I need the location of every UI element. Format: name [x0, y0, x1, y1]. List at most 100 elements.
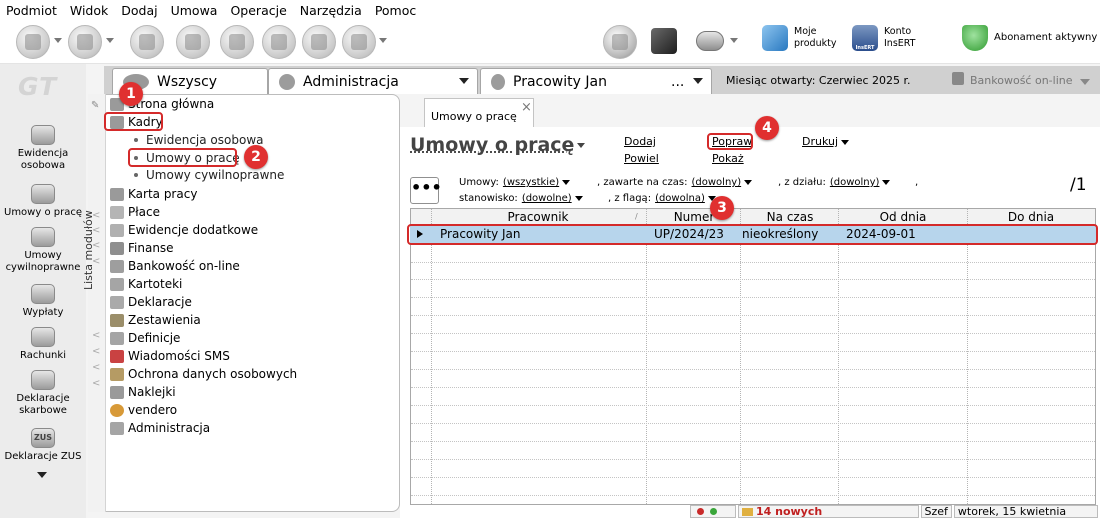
menu-narzedzia[interactable]: Narzędzia	[300, 3, 362, 18]
definicje-icon	[110, 332, 124, 345]
nav-scroll-down-icon[interactable]	[37, 472, 47, 478]
collapse-chevron-icon[interactable]: <	[92, 378, 100, 389]
nav-rachunki[interactable]: Rachunki	[0, 327, 86, 362]
administracja-dropdown-icon[interactable]	[459, 78, 469, 84]
stamp-icon[interactable]	[130, 25, 164, 59]
filter-stanowisko[interactable]: stanowisko: (dowolne)	[459, 193, 583, 204]
filter-dropdown-icon	[882, 180, 890, 185]
place-icon	[110, 206, 124, 219]
edit-icon[interactable]	[220, 25, 254, 59]
tab-employee[interactable]: Pracowity Jan ...	[480, 68, 712, 94]
more-options-button[interactable]: •••	[410, 177, 439, 204]
status-date: wtorek, 15 kwietnia 2025	[954, 505, 1098, 518]
filter-zawarte[interactable]: , zawarte na czas: (dowolny)	[597, 177, 752, 188]
filter-flaga[interactable]: , z flagą: (dowolna)	[608, 193, 716, 204]
module-ewidencje-dodatkowe[interactable]: Ewidencje dodatkowe	[110, 221, 258, 239]
eraser-icon[interactable]	[176, 25, 210, 59]
pin-icon[interactable]: ✎	[91, 100, 99, 111]
wyplaty-icon	[31, 284, 55, 304]
collapse-chevron-icon[interactable]: <	[92, 256, 100, 267]
employee-more-button[interactable]: ...	[671, 74, 684, 90]
menu-widok[interactable]: Widok	[70, 3, 108, 18]
moje-produkty-button[interactable]: Moje produkty	[762, 25, 836, 51]
close-tab-icon[interactable]: ×	[521, 100, 532, 115]
module-administracja[interactable]: Administracja	[110, 419, 210, 437]
module-vendero[interactable]: vendero	[110, 401, 177, 419]
module-definicje[interactable]: Definicje	[110, 329, 180, 347]
status-light-icon	[710, 508, 717, 515]
cube-icon[interactable]	[651, 28, 677, 54]
module-naklejki[interactable]: Naklejki	[110, 383, 176, 401]
deklaracje-module-icon	[110, 296, 124, 309]
page-title[interactable]: Umowy o pracę	[410, 134, 585, 156]
menu-pomoc[interactable]: Pomoc	[375, 3, 416, 18]
bank-dropdown-icon[interactable]	[1080, 79, 1090, 85]
employee-dropdown-icon[interactable]	[693, 78, 703, 84]
filter-dzial[interactable]: , z działu: (dowolny)	[778, 177, 890, 188]
sub-ewidencja-osobowa[interactable]: Ewidencja osobowa	[134, 132, 264, 148]
nav-ewidencja-osobowa[interactable]: Ewidencja osobowa	[0, 125, 86, 172]
module-bankowosc[interactable]: Bankowość on-line	[110, 257, 240, 275]
document-tab[interactable]: Umowy o pracę	[424, 98, 534, 127]
abonament-button[interactable]: Abonament aktywny	[962, 25, 1097, 51]
deklaracje-icon	[31, 370, 55, 390]
back-icon[interactable]	[16, 25, 50, 59]
tab-administracja[interactable]: Administracja	[268, 68, 478, 94]
menu-operacje[interactable]: Operacje	[230, 3, 286, 18]
cloud-icon[interactable]	[696, 31, 724, 51]
nav-deklaracje-zus[interactable]: ZUS Deklaracje ZUS	[0, 428, 86, 463]
sub-umowy-cywilnoprawne[interactable]: Umowy cywilnoprawne	[134, 167, 284, 183]
powiel-link[interactable]: Powiel	[624, 152, 659, 165]
nav-umowy-cywilnoprawne[interactable]: Umowy cywilnoprawne	[0, 227, 86, 274]
module-ochrona-danych[interactable]: Ochrona danych osobowych	[110, 365, 297, 383]
grid-row-line	[411, 351, 1095, 352]
module-zestawienia[interactable]: Zestawienia	[110, 311, 201, 329]
module-karta-pracy[interactable]: Karta pracy	[110, 185, 197, 203]
zus-icon: ZUS	[31, 428, 55, 448]
dodaj-link[interactable]: Dodaj	[624, 135, 656, 148]
menu-umowa[interactable]: Umowa	[171, 3, 218, 18]
collapse-chevron-icon[interactable]: <	[92, 210, 100, 221]
module-place[interactable]: Płace	[110, 203, 160, 221]
nav-deklaracje-skarbowe[interactable]: Deklaracje skarbowe	[0, 370, 86, 417]
bank-icon	[952, 72, 964, 85]
menu-dodaj[interactable]: Dodaj	[121, 3, 157, 18]
collapse-chevron-icon[interactable]: <	[92, 362, 100, 373]
cywil-icon	[31, 227, 55, 247]
print-icon[interactable]	[302, 25, 336, 59]
module-wiadomosci-sms[interactable]: Wiadomości SMS	[110, 347, 230, 365]
grid-row-line	[411, 495, 1095, 496]
forward-dropdown-icon[interactable]	[106, 38, 114, 43]
tab-strip: Wszyscy Administracja Pracowity Jan ... …	[104, 66, 1100, 94]
help-icon[interactable]	[342, 25, 376, 59]
status-light-icon	[697, 508, 704, 515]
globe-icon[interactable]	[603, 25, 637, 59]
title-dropdown-icon[interactable]	[577, 143, 585, 148]
bank-online[interactable]: Bankowość on-line	[970, 74, 1073, 87]
collapse-chevron-icon[interactable]: <	[92, 225, 100, 236]
col-od-dnia[interactable]: Od dnia	[839, 210, 967, 224]
module-finanse[interactable]: Finanse	[110, 239, 174, 257]
back-dropdown-icon[interactable]	[54, 38, 62, 43]
collapse-chevron-icon[interactable]: <	[92, 240, 100, 251]
konto-insert-button[interactable]: InsERT Konto InsERT	[852, 25, 916, 51]
nav-wyplaty[interactable]: Wypłaty	[0, 284, 86, 319]
copy-icon[interactable]	[262, 25, 296, 59]
cloud-dropdown-icon[interactable]	[730, 38, 738, 43]
col-pracownik[interactable]: Pracownik	[431, 210, 645, 224]
forward-icon[interactable]	[68, 25, 102, 59]
col-na-czas[interactable]: Na czas	[741, 210, 839, 224]
module-kartoteki[interactable]: Kartoteki	[110, 275, 182, 293]
pokaz-link[interactable]: Pokaż	[712, 152, 744, 165]
menu-podmiot[interactable]: Podmiot	[6, 3, 57, 18]
collapse-chevron-icon[interactable]: <	[92, 346, 100, 357]
help-dropdown-icon[interactable]	[379, 38, 387, 43]
col-do-dnia[interactable]: Do dnia	[967, 210, 1095, 224]
filter-umowy[interactable]: Umowy: (wszystkie)	[459, 177, 570, 188]
module-deklaracje[interactable]: Deklaracje	[110, 293, 192, 311]
nav-umowy-o-prace[interactable]: Umowy o pracę	[0, 184, 86, 219]
collapse-chevron-icon[interactable]: <	[92, 330, 100, 341]
filter-trailing-comma: ,	[915, 177, 918, 188]
drukuj-menu[interactable]: Drukuj	[802, 135, 849, 148]
news-notification[interactable]: 14 nowych InsWiadomości	[738, 505, 919, 518]
